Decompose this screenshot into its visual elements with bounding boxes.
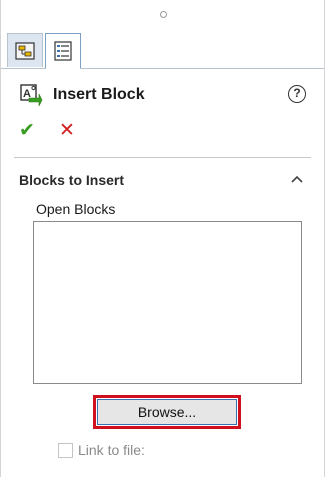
- section-divider: [14, 157, 311, 158]
- panel-grip[interactable]: [1, 0, 324, 30]
- feature-manager-icon: [15, 41, 35, 60]
- section-title-blocks-to-insert[interactable]: Blocks to Insert: [19, 172, 124, 188]
- browse-button[interactable]: Browse...: [97, 399, 237, 425]
- link-to-file-row: Link to file:: [58, 442, 145, 458]
- tab-feature-manager[interactable]: [7, 33, 43, 67]
- insert-block-icon: A: [20, 84, 43, 107]
- panel-header: A Insert Block ?: [19, 80, 306, 110]
- open-blocks-label: Open Blocks: [36, 201, 116, 217]
- grip-handle-icon[interactable]: [160, 11, 167, 18]
- manager-tabbar: [1, 30, 324, 69]
- link-to-file-checkbox[interactable]: [58, 442, 73, 458]
- browse-button-highlight: Browse...: [93, 395, 241, 429]
- insert-block-panel: A Insert Block ? ✔ ✕ Blocks to Insert Op…: [0, 0, 325, 477]
- cancel-button[interactable]: ✕: [59, 119, 75, 142]
- chevron-up-icon[interactable]: [290, 172, 304, 186]
- tab-property-manager[interactable]: [45, 33, 81, 69]
- property-manager-icon: [54, 41, 72, 61]
- open-blocks-list[interactable]: [33, 221, 302, 384]
- action-row: ✔ ✕: [19, 118, 75, 142]
- link-to-file-label: Link to file:: [78, 442, 145, 458]
- ok-button[interactable]: ✔: [19, 119, 41, 142]
- page-title: Insert Block: [53, 86, 145, 103]
- help-icon[interactable]: ?: [288, 85, 306, 103]
